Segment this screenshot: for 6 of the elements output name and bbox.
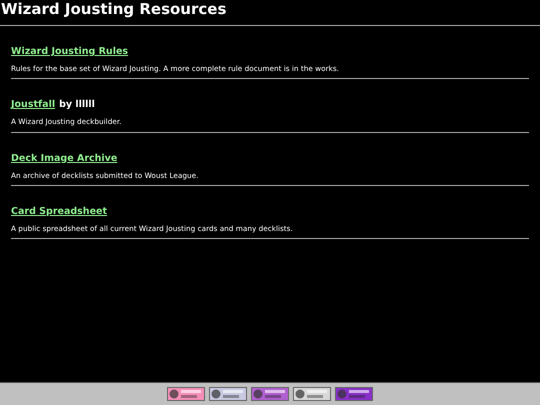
resource-link[interactable]: Card Spreadsheet bbox=[11, 206, 108, 216]
author-byline: by llllll bbox=[59, 100, 95, 110]
resource-link[interactable]: Wizard Jousting Rules bbox=[11, 47, 128, 56]
resource-link[interactable]: Deck Image Archive bbox=[11, 154, 118, 164]
page-title: Wizard Jousting Resources bbox=[0, 0, 226, 20]
resource-link[interactable]: Joustfall bbox=[11, 100, 56, 110]
